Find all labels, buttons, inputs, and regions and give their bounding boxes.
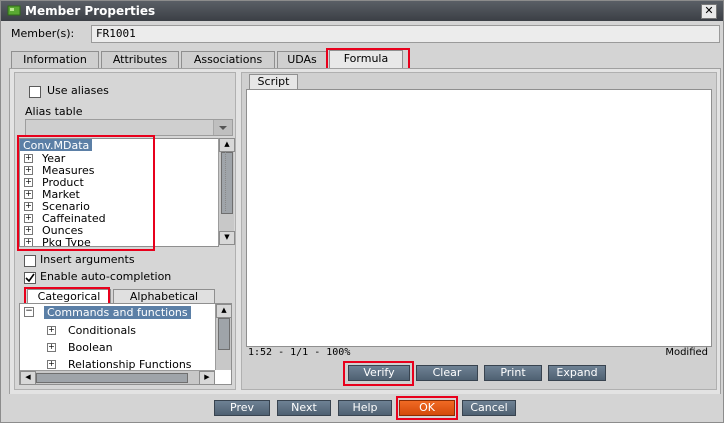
function-item[interactable]: + Conditionals: [44, 324, 214, 337]
outline-pane: Use aliases Alias table Conv.MData + Yea…: [14, 72, 236, 390]
highlight-box-outline-tree: [17, 135, 155, 251]
close-icon[interactable]: ✕: [701, 4, 717, 19]
script-pane: Script 1:52 - 1/1 - 100% Modified Verify…: [241, 72, 717, 390]
tab-alphabetical[interactable]: Alphabetical: [113, 289, 215, 304]
scroll-down-icon[interactable]: ▼: [219, 231, 235, 245]
tab-script[interactable]: Script: [249, 74, 298, 89]
function-list-hscrollbar[interactable]: ◀ ▶: [20, 370, 215, 384]
function-root-label: Commands and functions: [44, 306, 191, 319]
highlight-box-ok: [396, 396, 458, 420]
title-bar: Member Properties ✕: [1, 1, 723, 21]
function-item-label: Conditionals: [68, 324, 137, 337]
script-editor[interactable]: [246, 89, 712, 347]
function-list: − Commands and functions + Conditionals …: [19, 303, 232, 385]
tab-attributes[interactable]: Attributes: [101, 51, 179, 68]
print-button[interactable]: Print: [484, 365, 542, 381]
modified-status: Modified: [665, 347, 708, 358]
next-button[interactable]: Next: [277, 400, 331, 416]
clear-button[interactable]: Clear: [416, 365, 478, 381]
chevron-down-icon[interactable]: [213, 120, 232, 135]
alias-table-select[interactable]: [25, 119, 233, 136]
scroll-right-icon[interactable]: ▶: [199, 371, 215, 384]
expand-button[interactable]: Expand: [548, 365, 606, 381]
auto-completion-label: Enable auto-completion: [40, 270, 172, 283]
expand-icon[interactable]: +: [47, 343, 56, 352]
app-icon: [7, 4, 21, 17]
function-root[interactable]: − Commands and functions: [20, 306, 210, 319]
tab-information[interactable]: Information: [11, 51, 99, 68]
highlight-box-verify: [343, 361, 414, 386]
pane-splitter[interactable]: [225, 151, 228, 211]
scroll-up-icon[interactable]: ▲: [219, 138, 235, 152]
editor-status-bar: 1:52 - 1/1 - 100% Modified: [246, 347, 710, 358]
cancel-button[interactable]: Cancel: [462, 400, 516, 416]
help-button[interactable]: Help: [338, 400, 392, 416]
function-list-vscrollbar[interactable]: ▲: [215, 304, 231, 370]
insert-arguments-checkbox[interactable]: [24, 255, 36, 267]
insert-arguments-label: Insert arguments: [40, 253, 135, 266]
auto-completion-checkbox[interactable]: [24, 272, 36, 284]
dialog-footer: Prev Next Help OK Cancel: [1, 394, 723, 422]
function-item-label: Boolean: [68, 341, 113, 354]
window-title: Member Properties: [25, 4, 156, 18]
member-label: Member(s):: [11, 27, 75, 40]
cursor-position-status: 1:52 - 1/1 - 100%: [248, 347, 351, 358]
function-item[interactable]: + Boolean: [44, 341, 214, 354]
scroll-thumb[interactable]: [36, 373, 188, 383]
member-field: FR1001: [91, 25, 720, 43]
collapse-icon[interactable]: −: [24, 307, 34, 317]
use-aliases-label: Use aliases: [47, 84, 109, 97]
expand-icon[interactable]: +: [47, 326, 56, 335]
expand-icon[interactable]: +: [47, 360, 56, 369]
tab-udas[interactable]: UDAs: [277, 51, 327, 68]
checkmark-icon: [25, 273, 35, 283]
scroll-thumb[interactable]: [218, 318, 230, 350]
tab-associations[interactable]: Associations: [181, 51, 275, 68]
alias-table-label: Alias table: [25, 105, 83, 118]
prev-button[interactable]: Prev: [214, 400, 270, 416]
use-aliases-checkbox[interactable]: [29, 86, 41, 98]
member-properties-dialog: Member Properties ✕ Member(s): FR1001 In…: [0, 0, 724, 423]
scroll-up-icon[interactable]: ▲: [216, 304, 231, 318]
member-value: FR1001: [96, 27, 136, 40]
scroll-left-icon[interactable]: ◀: [20, 371, 36, 384]
